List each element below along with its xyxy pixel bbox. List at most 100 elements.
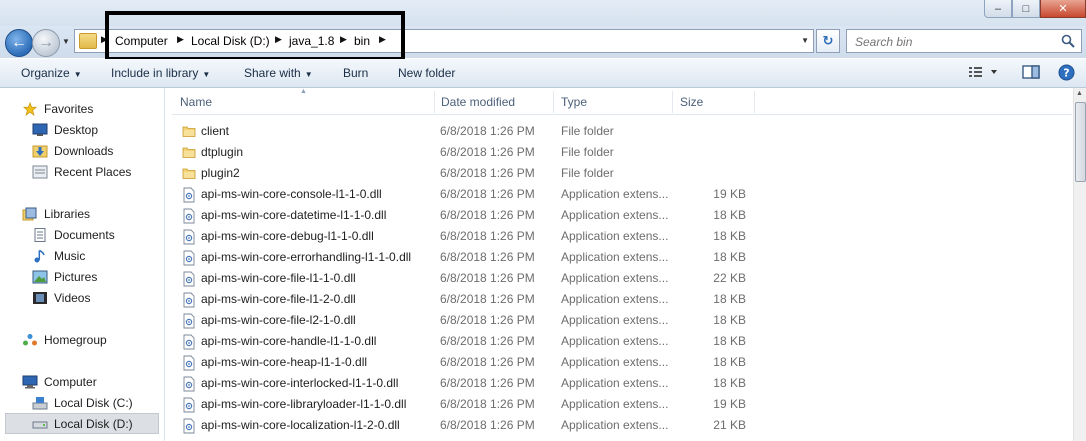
file-row[interactable]: api-ms-win-core-file-l1-2-0.dll 6/8/2018 … xyxy=(172,288,1072,309)
sidebar-item-local-disk-d[interactable]: Local Disk (D:) xyxy=(5,413,159,434)
file-row[interactable]: api-ms-win-core-datetime-l1-1-0.dll 6/8/2… xyxy=(172,204,1072,225)
pictures-icon xyxy=(32,270,48,283)
sidebar-item-label: Music xyxy=(54,248,86,263)
sidebar-item-recent-places[interactable]: Recent Places xyxy=(32,161,162,182)
include-in-library-menu[interactable]: Include in library ▼ xyxy=(111,66,210,80)
file-name: api-ms-win-core-debug-l1-1-0.dll xyxy=(201,229,374,243)
sidebar-item-label: Favorites xyxy=(44,101,94,116)
file-row[interactable]: api-ms-win-core-interlocked-l1-1-0.dll 6/… xyxy=(172,372,1072,393)
file-name: dtplugin xyxy=(201,145,244,159)
file-row[interactable]: api-ms-win-core-file-l1-1-0.dll 6/8/2018 … xyxy=(172,267,1072,288)
chevron-down-icon: ▼ xyxy=(304,70,313,79)
file-size: 18 KB xyxy=(713,376,746,390)
sidebar-item-label: Downloads xyxy=(54,143,114,158)
column-header-size[interactable]: Size xyxy=(680,95,703,109)
sidebar-item-label: Documents xyxy=(54,227,115,242)
file-name: api-ms-win-core-libraryloader-l1-1-0.dll xyxy=(201,397,407,411)
burn-button[interactable]: Burn xyxy=(343,66,368,80)
sidebar-item-documents[interactable]: Documents xyxy=(32,224,162,245)
minimize-button[interactable]: – xyxy=(984,0,1012,18)
folder-icon xyxy=(182,166,196,183)
column-divider[interactable] xyxy=(672,91,673,113)
file-name: plugin2 xyxy=(201,166,240,180)
file-name: api-ms-win-core-file-l2-1-0.dll xyxy=(201,313,356,327)
forward-button[interactable]: → xyxy=(32,29,60,57)
view-options-icon[interactable] xyxy=(968,64,998,80)
file-date-modified: 6/8/2018 1:26 PM xyxy=(440,292,535,306)
file-date-modified: 6/8/2018 1:26 PM xyxy=(440,355,535,369)
file-date-modified: 6/8/2018 1:26 PM xyxy=(440,145,535,159)
sidebar-item-desktop[interactable]: Desktop xyxy=(32,119,162,140)
sidebar-item-favorites[interactable]: Favorites xyxy=(22,98,162,119)
sidebar-item-pictures[interactable]: Pictures xyxy=(32,266,162,287)
file-row[interactable]: api-ms-win-core-debug-l1-1-0.dll 6/8/2018… xyxy=(172,225,1072,246)
vertical-scrollbar[interactable]: ▲ xyxy=(1073,88,1086,441)
column-header-row: ▲ Name Date modified Type Size xyxy=(172,88,1072,115)
file-row[interactable]: api-ms-win-core-localization-l1-2-0.dll 6… xyxy=(172,414,1072,435)
sidebar-item-label: Pictures xyxy=(54,269,98,284)
file-row[interactable]: api-ms-win-core-console-l1-1-0.dll 6/8/20… xyxy=(172,183,1072,204)
scroll-up-icon[interactable]: ▲ xyxy=(1076,90,1083,97)
file-date-modified: 6/8/2018 1:26 PM xyxy=(440,124,535,138)
column-header-name[interactable]: Name xyxy=(180,95,212,109)
sidebar-item-libraries[interactable]: Libraries xyxy=(22,203,162,224)
folder-row[interactable]: dtplugin 6/8/2018 1:26 PM File folder xyxy=(172,141,1072,162)
videos-icon xyxy=(33,291,47,304)
file-type: Application extens... xyxy=(561,334,669,348)
folder-row[interactable]: client 6/8/2018 1:26 PM File folder xyxy=(172,120,1072,141)
search-icon[interactable] xyxy=(1061,34,1075,48)
sidebar-item-label: Libraries xyxy=(44,206,91,221)
maximize-button[interactable]: □ xyxy=(1012,0,1040,18)
file-date-modified: 6/8/2018 1:26 PM xyxy=(440,250,535,264)
recent-places-icon xyxy=(32,165,48,178)
sidebar-item-music[interactable]: Music xyxy=(32,245,162,266)
search-box[interactable] xyxy=(846,29,1082,53)
column-header-type[interactable]: Type xyxy=(561,95,587,109)
file-size: 22 KB xyxy=(713,271,746,285)
file-size: 19 KB xyxy=(713,187,746,201)
close-button[interactable]: ✕ xyxy=(1040,0,1086,18)
drive-icon xyxy=(32,421,48,428)
sidebar-item-local-disk-c[interactable]: Local Disk (C:) xyxy=(32,392,162,413)
sidebar-item-downloads[interactable]: Downloads xyxy=(32,140,162,161)
file-date-modified: 6/8/2018 1:26 PM xyxy=(440,376,535,390)
dll-file-icon xyxy=(182,418,196,437)
file-row[interactable]: api-ms-win-core-file-l2-1-0.dll 6/8/2018 … xyxy=(172,309,1072,330)
column-divider[interactable] xyxy=(553,91,554,113)
file-row[interactable]: api-ms-win-core-heap-l1-1-0.dll 6/8/2018 … xyxy=(172,351,1072,372)
file-name: api-ms-win-core-datetime-l1-1-0.dll xyxy=(201,208,387,222)
file-size: 19 KB xyxy=(713,397,746,411)
share-with-menu[interactable]: Share with ▼ xyxy=(244,66,313,80)
file-size: 21 KB xyxy=(713,418,746,432)
back-button[interactable]: ← xyxy=(5,29,33,57)
recent-pages-dropdown-icon[interactable]: ▼ xyxy=(62,37,70,46)
libraries-icon xyxy=(22,207,37,220)
file-row[interactable]: api-ms-win-core-errorhandling-l1-1-0.dll… xyxy=(172,246,1072,267)
file-date-modified: 6/8/2018 1:26 PM xyxy=(440,187,535,201)
sidebar-item-videos[interactable]: Videos xyxy=(32,287,162,308)
preview-pane-icon[interactable] xyxy=(1022,64,1040,80)
help-icon[interactable]: ? xyxy=(1058,64,1075,81)
svg-text:?: ? xyxy=(1063,67,1069,80)
sidebar-item-homegroup[interactable]: Homegroup xyxy=(22,329,162,350)
file-type: File folder xyxy=(561,166,614,180)
column-header-date-modified[interactable]: Date modified xyxy=(441,95,515,109)
scrollbar-thumb[interactable] xyxy=(1075,102,1086,182)
refresh-button[interactable]: ↻ xyxy=(816,29,840,53)
column-divider[interactable] xyxy=(434,91,435,113)
folder-row[interactable]: plugin2 6/8/2018 1:26 PM File folder xyxy=(172,162,1072,183)
file-row[interactable]: api-ms-win-core-handle-l1-1-0.dll 6/8/201… xyxy=(172,330,1072,351)
address-history-dropdown-icon[interactable]: ▼ xyxy=(801,36,809,45)
organize-menu[interactable]: Organize ▼ xyxy=(21,66,82,80)
folder-icon xyxy=(182,124,196,141)
new-folder-button[interactable]: New folder xyxy=(398,66,455,80)
column-divider[interactable] xyxy=(754,91,755,113)
file-type: Application extens... xyxy=(561,397,669,411)
file-row[interactable]: api-ms-win-core-libraryloader-l1-1-0.dll… xyxy=(172,393,1072,414)
desktop-icon xyxy=(32,123,48,136)
file-date-modified: 6/8/2018 1:26 PM xyxy=(440,418,535,432)
sidebar-item-computer[interactable]: Computer xyxy=(22,371,162,392)
search-input[interactable] xyxy=(853,32,1057,52)
file-name: api-ms-win-core-heap-l1-1-0.dll xyxy=(201,355,368,369)
file-name: client xyxy=(201,124,230,138)
